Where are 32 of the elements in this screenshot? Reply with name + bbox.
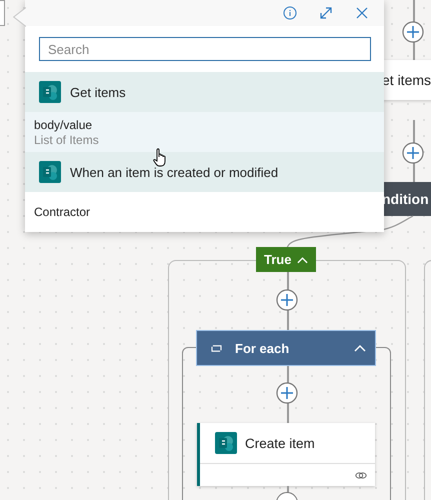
- sharepoint-icon: [39, 81, 61, 103]
- branch-header[interactable]: True: [256, 247, 316, 272]
- loop-header[interactable]: For each: [196, 330, 376, 366]
- section-title: When an item is created or modified: [70, 164, 278, 180]
- add-step-icon[interactable]: [276, 382, 298, 404]
- section-header[interactable]: When an item is created or modified: [25, 152, 384, 192]
- close-icon[interactable]: [355, 6, 369, 20]
- action-title: Create item: [245, 436, 315, 450]
- item-title: Contractor: [34, 205, 90, 219]
- collapse-icon[interactable]: [297, 256, 308, 264]
- expand-icon[interactable]: [319, 6, 333, 20]
- add-step-icon[interactable]: [402, 142, 424, 164]
- hand-cursor-icon: [153, 148, 167, 168]
- collapse-icon[interactable]: [354, 344, 366, 352]
- action-card[interactable]: Create item: [197, 423, 375, 486]
- search-field[interactable]: Search: [39, 37, 371, 61]
- section-title: Get items: [70, 84, 126, 100]
- info-icon[interactable]: [283, 6, 297, 20]
- condition-title: ndition: [382, 191, 429, 207]
- add-step-icon[interactable]: [402, 21, 424, 43]
- loop-title: For each: [235, 340, 290, 356]
- sharepoint-icon: [39, 161, 61, 183]
- item-title: body/value: [34, 118, 94, 132]
- dynamic-content-item[interactable]: Contractor: [25, 192, 384, 232]
- section-header[interactable]: Get items: [25, 72, 384, 112]
- loop-icon: [211, 344, 222, 352]
- dynamic-content-item[interactable]: body/value List of Items: [25, 112, 384, 152]
- item-description: List of Items: [34, 132, 99, 146]
- sharepoint-icon: [215, 432, 237, 454]
- branch-label: True: [264, 252, 292, 267]
- add-step-icon[interactable]: [276, 289, 298, 311]
- link-icon: [355, 470, 367, 480]
